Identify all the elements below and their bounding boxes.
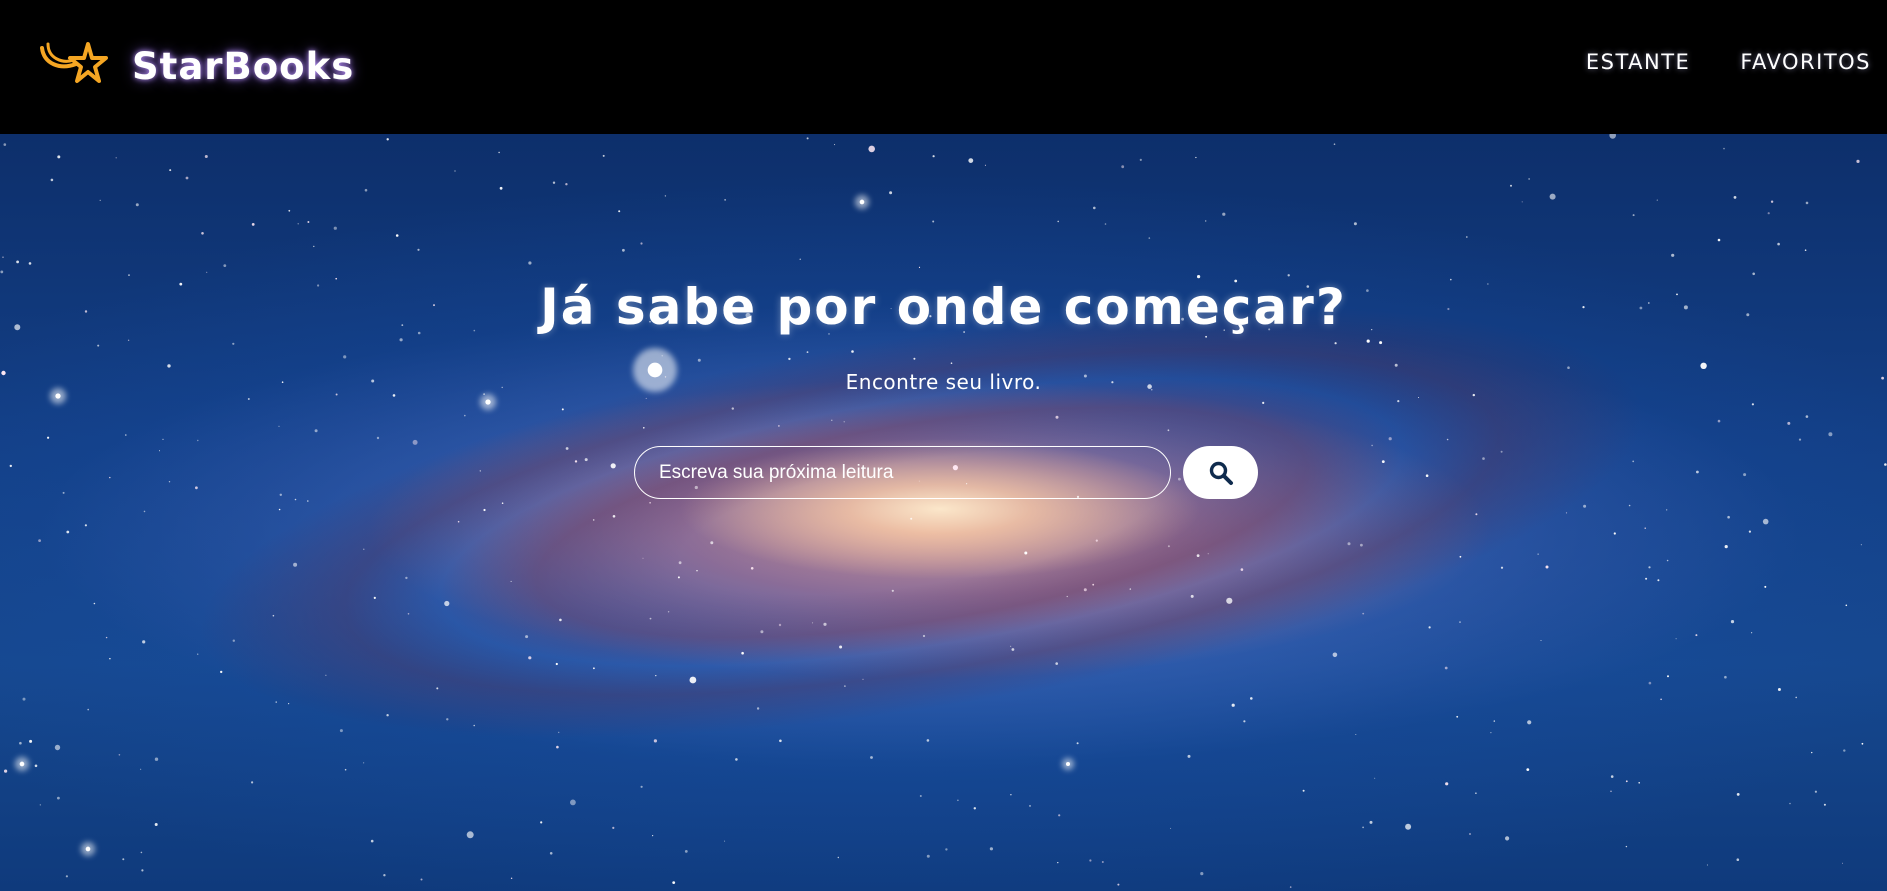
nav-link-estante[interactable]: ESTANTE: [1586, 50, 1690, 74]
site-header: StarBooks ESTANTE FAVORITOS: [0, 0, 1887, 134]
galaxy-dust-lanes: [37, 172, 1803, 856]
hero-title: Já sabe por onde começar?: [540, 278, 1347, 336]
page: StarBooks ESTANTE FAVORITOS Já sabe por …: [0, 0, 1887, 891]
search-button[interactable]: [1183, 446, 1258, 499]
main-nav: ESTANTE FAVORITOS: [1586, 50, 1871, 74]
nav-link-favoritos[interactable]: FAVORITOS: [1740, 50, 1871, 74]
search-input[interactable]: [634, 446, 1171, 499]
brand[interactable]: StarBooks: [38, 38, 354, 94]
search-icon: [1209, 461, 1233, 485]
shooting-star-icon: [40, 42, 108, 83]
hero-galaxy-background: Já sabe por onde começar? Encontre seu l…: [0, 134, 1887, 891]
brand-name: StarBooks: [132, 44, 355, 88]
hero-subtitle: Encontre seu livro.: [845, 370, 1042, 394]
